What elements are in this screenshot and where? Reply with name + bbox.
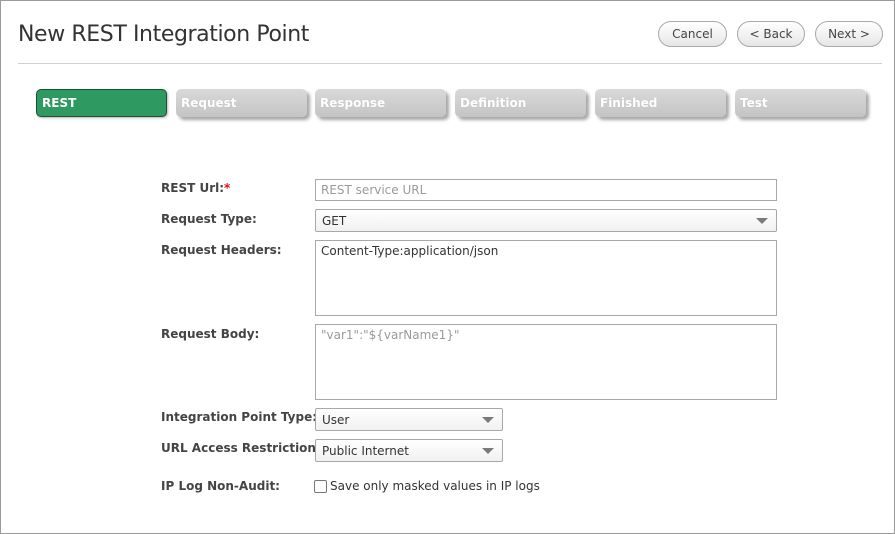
step-test[interactable]: Test (735, 89, 866, 117)
dialog-window: New REST Integration Point Cancel < Back… (0, 0, 895, 534)
page-title: New REST Integration Point (18, 22, 310, 47)
step-definition[interactable]: Definition (455, 89, 586, 117)
next-button[interactable]: Next > (815, 21, 883, 47)
request-type-select[interactable]: GET (315, 209, 777, 232)
step-finished[interactable]: Finished (595, 89, 726, 117)
request-type-value: GET (322, 214, 347, 228)
url-access-restriction-label: URL Access Restriction: (161, 441, 321, 455)
rest-url-label-text: REST Url: (161, 181, 225, 195)
ip-log-non-audit-label: IP Log Non-Audit: (161, 479, 280, 493)
integration-point-type-select[interactable]: User (315, 408, 503, 431)
title-divider (18, 63, 882, 64)
cancel-button[interactable]: Cancel (658, 21, 727, 47)
chevron-down-icon (482, 417, 494, 423)
rest-url-input[interactable]: REST service URL (315, 179, 777, 201)
integration-point-type-label: Integration Point Type: (161, 410, 318, 424)
rest-url-placeholder: REST service URL (321, 183, 427, 197)
required-marker: * (224, 181, 231, 195)
request-body-label: Request Body: (161, 327, 260, 341)
masked-values-checkbox[interactable] (314, 479, 327, 493)
request-body-textarea[interactable]: "var1":"${varName1}" (315, 324, 777, 400)
step-rest[interactable]: REST (36, 89, 167, 117)
url-access-restriction-select[interactable]: Public Internet (315, 439, 503, 462)
back-button[interactable]: < Back (737, 21, 805, 47)
request-headers-label: Request Headers: (161, 243, 282, 257)
integration-point-type-value: User (322, 413, 350, 427)
request-headers-textarea[interactable]: Content-Type:application/json (315, 240, 777, 316)
request-headers-value: Content-Type:application/json (321, 244, 499, 258)
step-response[interactable]: Response (315, 89, 446, 117)
url-access-restriction-value: Public Internet (322, 444, 409, 458)
masked-values-checkbox-label[interactable]: Save only masked values in IP logs (330, 479, 540, 493)
request-body-placeholder: "var1":"${varName1}" (321, 328, 460, 342)
ip-log-non-audit-row[interactable]: Save only masked values in IP logs (314, 479, 540, 493)
chevron-down-icon (482, 448, 494, 454)
request-type-label: Request Type: (161, 212, 257, 226)
step-request[interactable]: Request (176, 89, 307, 117)
chevron-down-icon (756, 218, 768, 224)
rest-url-label: REST Url:* (161, 181, 230, 195)
